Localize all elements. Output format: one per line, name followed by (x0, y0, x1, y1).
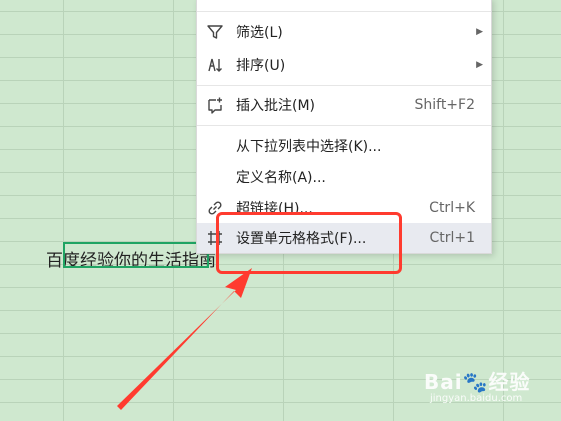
watermark-brand: Bai🐾经验 (424, 370, 531, 394)
annotation-arrow (117, 268, 252, 410)
paw-icon: 🐾 (462, 370, 489, 394)
watermark-url: jingyan.baidu.com (430, 393, 523, 404)
watermark: Bai🐾经验 jingyan.baidu.com (424, 366, 531, 404)
